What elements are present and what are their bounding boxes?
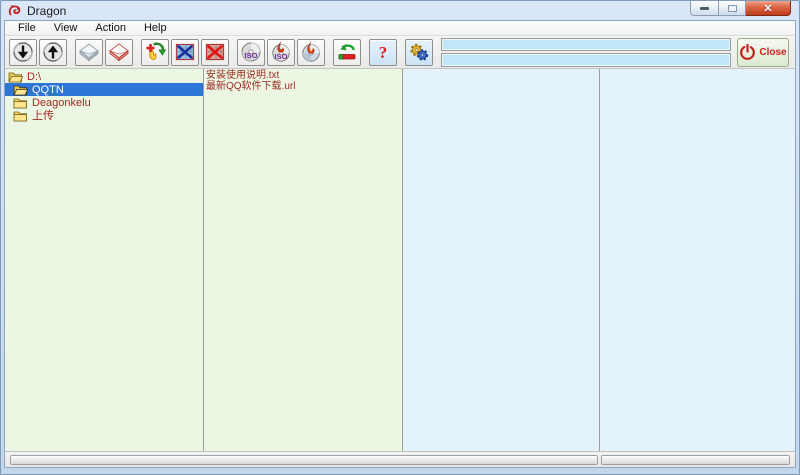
- eraser-red-icon: [109, 43, 129, 62]
- tree-item-label: QQTN: [32, 83, 64, 96]
- open-folder-icon: [13, 85, 28, 95]
- download-arrow-icon: [13, 42, 33, 62]
- app-window: Dragon ✕ File View Action Help ISO ISO ?…: [0, 0, 800, 475]
- eraser-gray-icon: [79, 43, 99, 62]
- burn-iso-icon: ISO: [272, 41, 290, 62]
- gears-icon: [410, 43, 429, 61]
- window-title: Dragon: [27, 3, 67, 18]
- dragon-app-icon: [8, 4, 21, 15]
- status-progress-left: [10, 454, 598, 465]
- maximize-button[interactable]: [719, 1, 746, 16]
- erase-disc-full-button[interactable]: [105, 38, 133, 66]
- create-iso-button[interactable]: ISO: [237, 38, 265, 66]
- status-progress-right: [601, 454, 790, 465]
- title-bar: Dragon ✕: [1, 1, 799, 20]
- tree-item-drive-d[interactable]: D:\: [5, 70, 203, 83]
- upload-arrow-icon: [43, 42, 63, 62]
- erase-disc-quick-button[interactable]: [75, 38, 103, 66]
- delete-files-button[interactable]: [171, 38, 199, 66]
- maximize-icon: [727, 4, 737, 12]
- minimize-button[interactable]: [690, 1, 719, 16]
- burn-disc-button[interactable]: [297, 38, 325, 66]
- tree-item-qqtn-selected[interactable]: QQTN: [5, 83, 203, 96]
- toolbar: ISO ISO ? Close: [5, 36, 795, 69]
- eject-arrow-icon: [338, 44, 356, 60]
- file-list: 安装使用说明.txt 最新QQ软件下载.url: [204, 69, 402, 92]
- tree-item-shangchuan[interactable]: 上传: [5, 109, 203, 122]
- burn-disc-icon: [302, 41, 320, 62]
- minimize-icon: [700, 6, 709, 10]
- write-flame-arrows-icon: [146, 42, 166, 60]
- delete-all-files-button[interactable]: [201, 38, 229, 66]
- eject-disc-button[interactable]: [333, 38, 361, 66]
- disc-file-list-pane[interactable]: [600, 69, 795, 451]
- write-files-button[interactable]: [141, 38, 169, 66]
- iso-label: ISO: [275, 52, 288, 61]
- menu-help[interactable]: Help: [135, 22, 176, 34]
- iso-label: ISO: [245, 51, 258, 60]
- main-panes: D:\ QQTN Deagonkelu 上传 安装使用说明.txt 最新QQ软件…: [5, 69, 795, 452]
- help-button[interactable]: ?: [369, 38, 397, 66]
- help-icon: ?: [378, 42, 388, 62]
- download-from-disc-button[interactable]: [9, 38, 37, 66]
- app-body: File View Action Help ISO ISO ? Close D:…: [4, 20, 796, 468]
- tree-item-label: 上传: [32, 109, 54, 122]
- closed-folder-icon: [13, 98, 27, 108]
- menu-view[interactable]: View: [45, 22, 87, 34]
- menu-file[interactable]: File: [9, 22, 45, 34]
- file-item[interactable]: 安装使用说明.txt: [206, 70, 402, 81]
- tree-item-label: D:\: [27, 70, 42, 83]
- burn-iso-button[interactable]: ISO: [267, 38, 295, 66]
- tree-item-deagonkelu[interactable]: Deagonkelu: [5, 96, 203, 109]
- progress-bar-bottom: [441, 53, 731, 67]
- settings-button[interactable]: [405, 38, 433, 66]
- menu-action[interactable]: Action: [86, 22, 135, 34]
- local-folder-tree-pane[interactable]: D:\ QQTN Deagonkelu 上传: [5, 69, 204, 451]
- delete-all-red-icon: [205, 43, 225, 61]
- disc-folder-tree-pane[interactable]: [403, 69, 600, 451]
- closed-folder-icon: [13, 111, 27, 121]
- upload-to-disc-button[interactable]: [39, 38, 67, 66]
- folder-tree: D:\ QQTN Deagonkelu 上传: [5, 69, 203, 122]
- status-bar: [5, 452, 795, 467]
- progress-area: [441, 37, 731, 67]
- tree-item-label: Deagonkelu: [32, 96, 91, 109]
- progress-bar-top: [441, 37, 731, 51]
- menu-bar: File View Action Help: [5, 21, 795, 36]
- file-item[interactable]: 最新QQ软件下载.url: [206, 81, 402, 92]
- close-app-button[interactable]: Close: [737, 37, 789, 67]
- local-file-list-pane[interactable]: 安装使用说明.txt 最新QQ软件下载.url: [204, 69, 403, 451]
- close-button-label: Close: [759, 46, 787, 58]
- open-folder-icon: [8, 72, 23, 82]
- power-icon: [740, 43, 756, 60]
- close-window-button[interactable]: ✕: [746, 1, 791, 16]
- window-controls: ✕: [690, 1, 791, 16]
- iso-disc-icon: ISO: [241, 42, 261, 62]
- delete-file-blue-icon: [175, 43, 195, 61]
- close-x-icon: ✕: [763, 2, 773, 15]
